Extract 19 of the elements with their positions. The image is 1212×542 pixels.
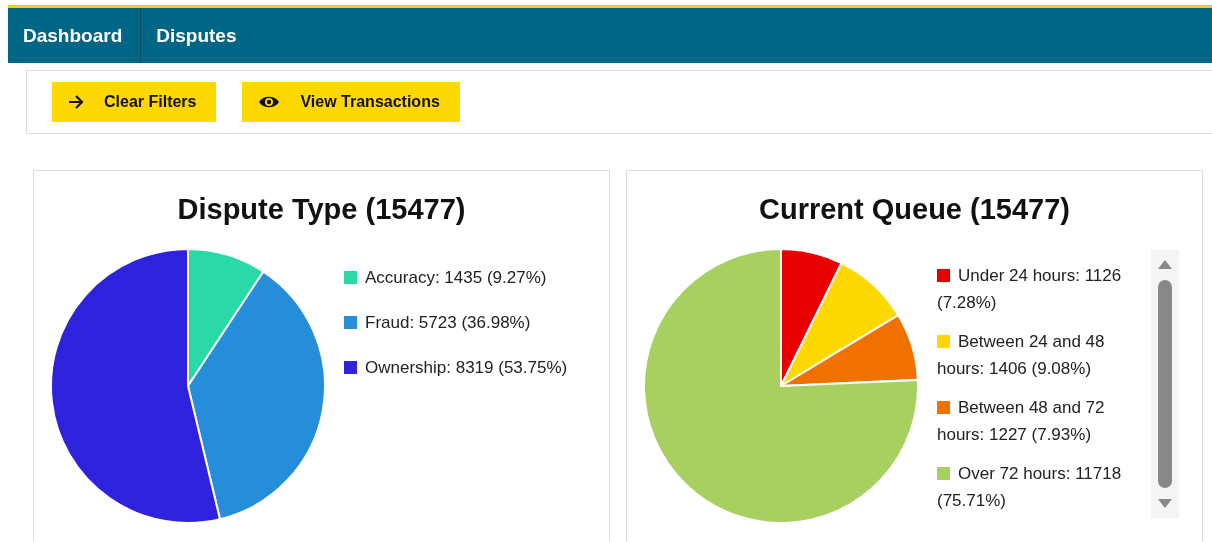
legend-label: Over 72 hours: 11718 (75.71%) xyxy=(937,464,1122,510)
legend-label: Under 24 hours: 1126 (7.28%) xyxy=(937,266,1122,312)
scrollbar[interactable] xyxy=(1151,250,1179,518)
chart-title: Dispute Type (15477) xyxy=(176,193,467,226)
scroll-down-icon[interactable] xyxy=(1157,498,1173,510)
arrow-icon xyxy=(68,95,84,109)
scroll-up-icon[interactable] xyxy=(1157,258,1173,270)
nav-link[interactable]: Disputes xyxy=(141,8,255,63)
legend-label: Ownership: 8319 (53.75%) xyxy=(365,357,568,379)
legend-label: Between 48 and 72 hours: 1227 (7.93%) xyxy=(937,398,1105,444)
nav-link[interactable]: Dashboard xyxy=(8,8,142,63)
view-transactions-button[interactable]: View Transactions xyxy=(242,82,460,122)
chart-title: Current Queue (15477) xyxy=(757,193,1071,226)
clear-filters-button[interactable]: Clear Filters xyxy=(52,82,217,122)
eye-icon xyxy=(258,95,281,109)
legend-label: Accuracy: 1435 (9.27%) xyxy=(365,267,547,289)
legend-label: Fraud: 5723 (36.98%) xyxy=(365,312,531,334)
scrollbar-thumb[interactable] xyxy=(1158,280,1172,488)
legend-label: Between 24 and 48 hours: 1406 (9.08%) xyxy=(937,332,1105,378)
